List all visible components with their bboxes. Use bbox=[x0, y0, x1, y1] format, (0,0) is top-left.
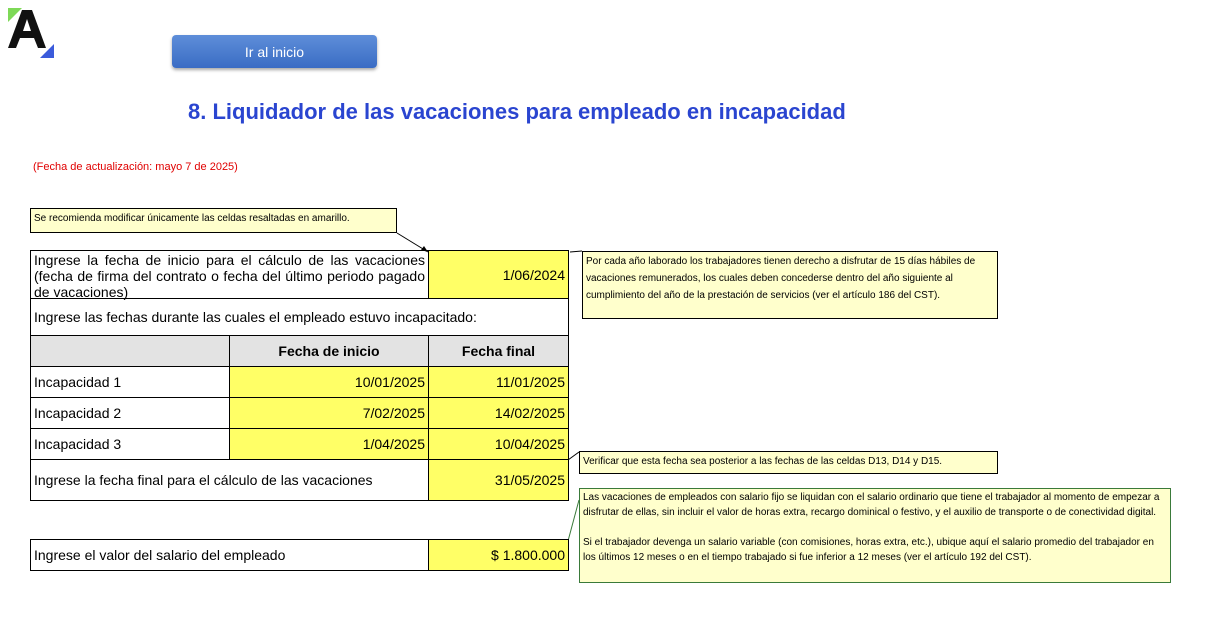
incapacity-1-start-input[interactable]: 10/01/2025 bbox=[229, 366, 429, 398]
end-date-label: Ingrese la fecha final para el cálculo d… bbox=[30, 459, 429, 501]
start-date-label: Ingrese la fecha de inicio para el cálcu… bbox=[30, 250, 429, 300]
logo bbox=[8, 8, 54, 58]
verify-date-note: Verificar que esta fecha sea posterior a… bbox=[579, 451, 998, 474]
go-home-button[interactable]: Ir al inicio bbox=[172, 35, 377, 68]
page-title: 8. Liquidador de las vacaciones para emp… bbox=[188, 99, 846, 124]
incapacity-2-start-input[interactable]: 7/02/2025 bbox=[229, 397, 429, 429]
incapacity-2-end-input[interactable]: 14/02/2025 bbox=[428, 397, 569, 429]
incapacity-dates-label: Ingrese las fechas durante las cuales el… bbox=[30, 298, 569, 336]
incapacity-3-start-input[interactable]: 1/04/2025 bbox=[229, 428, 429, 460]
incapacity-row-label: Incapacidad 1 bbox=[30, 366, 230, 398]
incapacity-3-end-input[interactable]: 10/04/2025 bbox=[428, 428, 569, 460]
incapacity-1-end-input[interactable]: 11/01/2025 bbox=[428, 366, 569, 398]
start-date-input[interactable]: 1/06/2024 bbox=[428, 250, 569, 299]
salary-label: Ingrese el valor del salario del emplead… bbox=[30, 539, 429, 571]
salary-note-paragraph-2: Si el trabajador devenga un salario vari… bbox=[583, 537, 1154, 563]
column-header-end: Fecha final bbox=[428, 335, 569, 367]
vacation-rule-note: Por cada año laborado los trabajadores t… bbox=[582, 251, 998, 319]
yellow-cells-hint: Se recomienda modificar únicamente las c… bbox=[30, 208, 397, 233]
update-date-note: (Fecha de actualización: mayo 7 de 2025) bbox=[33, 161, 238, 173]
salary-input[interactable]: $ 1.800.000 bbox=[428, 539, 569, 571]
incapacity-row-label: Incapacidad 3 bbox=[30, 428, 230, 460]
salary-note-paragraph-1: Las vacaciones de empleados con salario … bbox=[583, 492, 1160, 518]
incapacity-row-label: Incapacidad 2 bbox=[30, 397, 230, 429]
end-date-input[interactable]: 31/05/2025 bbox=[428, 459, 569, 501]
column-header-start: Fecha de inicio bbox=[229, 335, 429, 367]
salary-note: Las vacaciones de empleados con salario … bbox=[579, 488, 1171, 583]
incapacity-header-blank bbox=[30, 335, 230, 367]
